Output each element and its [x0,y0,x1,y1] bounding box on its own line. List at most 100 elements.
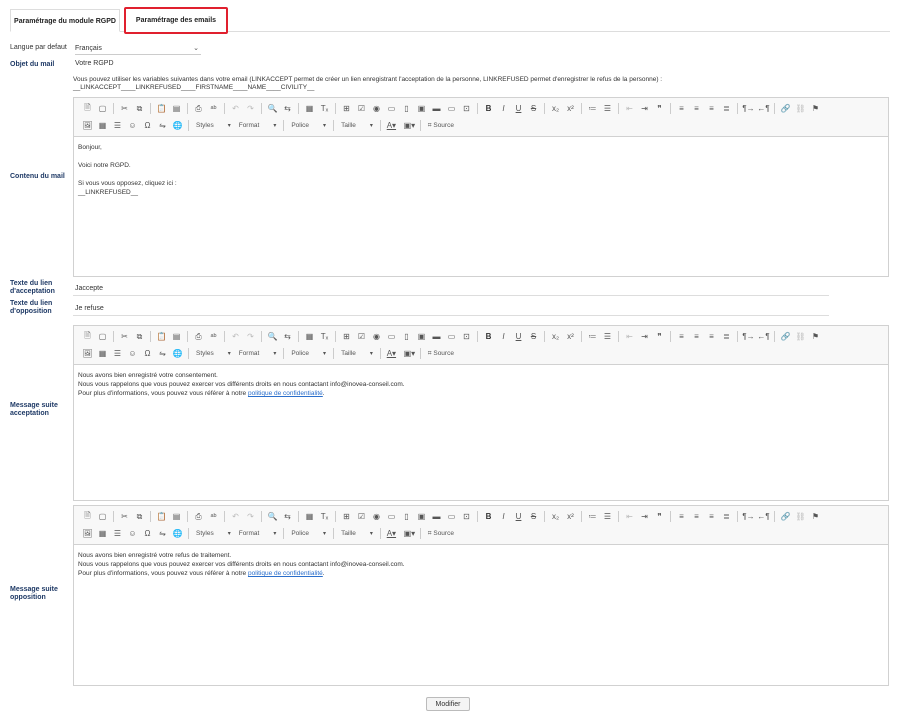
taille-combo[interactable]: Taille ▾ [337,348,377,360]
cut-icon[interactable]: ✂ [118,102,131,115]
undo-icon[interactable]: ↶ [229,510,242,523]
bold-icon[interactable]: B [482,330,495,343]
link-icon[interactable]: 🔗 [779,330,792,343]
bold-icon[interactable]: B [482,510,495,523]
align-right-icon[interactable]: ≡ [705,330,718,343]
anchor-flag-icon[interactable]: ⚑ [809,510,822,523]
align-left-icon[interactable]: ≡ [675,330,688,343]
iframe-icon[interactable]: 🌐 [171,119,184,132]
strike-icon[interactable]: S [527,102,540,115]
paste-icon[interactable]: 📋 [155,510,168,523]
find-icon[interactable]: 🔍 [266,330,279,343]
bullet-list-icon[interactable]: ☰ [601,102,614,115]
form-icon[interactable]: ⊞ [340,330,353,343]
redo-icon[interactable]: ↷ [244,102,257,115]
image-button-icon[interactable]: ▭ [445,510,458,523]
button-field-icon[interactable]: ▬ [430,330,443,343]
paste-icon[interactable]: 📋 [155,102,168,115]
privacy-policy-link[interactable]: politique de confidentialité [248,390,323,397]
bg-color-icon[interactable]: ▣▾ [403,527,416,540]
styles-combo[interactable]: Styles ▾ [192,120,235,132]
format-combo[interactable]: Format ▾ [235,528,281,540]
redo-icon[interactable]: ↷ [244,510,257,523]
subscript-icon[interactable]: x₂ [549,510,562,523]
undo-icon[interactable]: ↶ [229,102,242,115]
remove-format-icon[interactable]: Tₓ [318,102,331,115]
select-all-icon[interactable]: ▦ [303,102,316,115]
align-left-icon[interactable]: ≡ [675,510,688,523]
page-break-icon[interactable]: ⇋ [156,119,169,132]
strike-icon[interactable]: S [527,330,540,343]
align-center-icon[interactable]: ≡ [690,102,703,115]
numbered-list-icon[interactable]: ≔ [586,330,599,343]
remove-format-icon[interactable]: Tₓ [318,510,331,523]
unlink-icon[interactable]: ⛓ [794,102,807,115]
find-icon[interactable]: 🔍 [266,102,279,115]
copy-icon[interactable]: ⧉ [133,510,146,523]
page-break-icon[interactable]: ⇋ [156,347,169,360]
source-button[interactable]: ⌗ Source [424,120,458,132]
indent-icon[interactable]: ⇥ [638,102,651,115]
image-icon[interactable]: 🖼 [81,527,94,540]
radio-icon[interactable]: ◉ [370,330,383,343]
indent-icon[interactable]: ⇥ [638,330,651,343]
blockquote-icon[interactable]: ❞ [653,330,666,343]
format-combo[interactable]: Format ▾ [235,120,281,132]
paste-text-icon[interactable]: ▤ [170,330,183,343]
print-icon[interactable]: ⎙ [192,510,205,523]
styles-combo[interactable]: Styles ▾ [192,528,235,540]
horizontal-line-icon[interactable]: ☰ [111,527,124,540]
bg-color-icon[interactable]: ▣▾ [403,347,416,360]
texte-oppo-input[interactable]: Je refuse [73,302,829,316]
ltr-icon[interactable]: ¶→ [742,330,755,343]
spellcheck-icon[interactable]: ᵃᵇ [207,102,220,115]
tab-parametrage-emails[interactable]: Paramétrage des emails [124,7,228,34]
checkbox-icon[interactable]: ☑ [355,330,368,343]
new-page-icon[interactable]: ▢ [96,330,109,343]
replace-icon[interactable]: ⇆ [281,510,294,523]
blockquote-icon[interactable]: ❞ [653,510,666,523]
checkbox-icon[interactable]: ☑ [355,510,368,523]
accept-body[interactable]: Nous avons bien enregistré votre consent… [74,365,888,404]
outdent-icon[interactable]: ⇤ [623,102,636,115]
smiley-icon[interactable]: ☺ [126,527,139,540]
ltr-icon[interactable]: ¶→ [742,102,755,115]
select-all-icon[interactable]: ▦ [303,510,316,523]
image-button-icon[interactable]: ▭ [445,330,458,343]
objet-input[interactable]: Votre RGPD [75,60,114,67]
modifier-button[interactable]: Modifier [426,697,470,711]
align-left-icon[interactable]: ≡ [675,102,688,115]
select-field-icon[interactable]: ▣ [415,510,428,523]
button-field-icon[interactable]: ▬ [430,510,443,523]
superscript-icon[interactable]: x² [564,330,577,343]
page-break-icon[interactable]: ⇋ [156,527,169,540]
image-icon[interactable]: 🖼 [81,119,94,132]
outdent-icon[interactable]: ⇤ [623,330,636,343]
align-right-icon[interactable]: ≡ [705,102,718,115]
radio-icon[interactable]: ◉ [370,102,383,115]
strike-icon[interactable]: S [527,510,540,523]
text-color-icon[interactable]: A▾ [385,119,398,132]
taille-combo[interactable]: Taille ▾ [337,120,377,132]
anchor-flag-icon[interactable]: ⚑ [809,102,822,115]
new-page-icon[interactable]: ▢ [96,510,109,523]
italic-icon[interactable]: I [497,102,510,115]
underline-icon[interactable]: U [512,102,525,115]
align-justify-icon[interactable]: ≣ [720,510,733,523]
oppo-body[interactable]: Nous avons bien enregistré votre refus d… [74,545,888,584]
form-icon[interactable]: ⊞ [340,102,353,115]
horizontal-line-icon[interactable]: ☰ [111,119,124,132]
langue-select[interactable]: Français ⌄ [75,44,201,55]
image-icon[interactable]: 🖼 [81,347,94,360]
textarea-icon[interactable]: ▯ [400,330,413,343]
outdent-icon[interactable]: ⇤ [623,510,636,523]
bg-color-icon[interactable]: ▣▾ [403,119,416,132]
rtl-icon[interactable]: ←¶ [757,330,770,343]
contenu-body[interactable]: Bonjour, Voici notre RGPD. Si vous vous … [74,137,888,203]
blockquote-icon[interactable]: ❞ [653,102,666,115]
special-char-icon[interactable]: Ω [141,527,154,540]
cut-icon[interactable]: ✂ [118,510,131,523]
textarea-icon[interactable]: ▯ [400,102,413,115]
iframe-icon[interactable]: 🌐 [171,527,184,540]
select-field-icon[interactable]: ▣ [415,102,428,115]
